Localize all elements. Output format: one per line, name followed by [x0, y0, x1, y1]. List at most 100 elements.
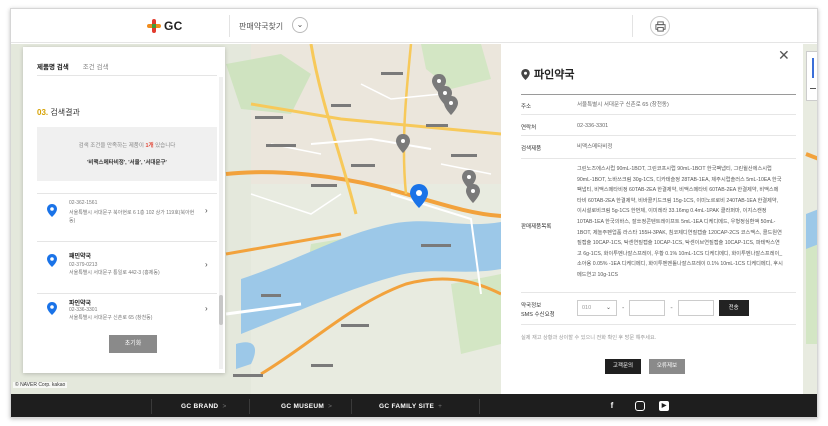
divider [521, 292, 796, 293]
item-address: 서울특별시 서대문구 통일로 442-3 (홍제동) [69, 270, 160, 276]
pharmacy-detail-panel: ✕ 파인약국 주소 서울특별시 서대문구 신촌로 65 (창천동) 연락처 02… [501, 44, 803, 394]
sms-form: 010 ⌄ - - 전송 [577, 300, 749, 316]
logo-text: GC [164, 19, 183, 33]
tel-value[interactable]: 02-336-3301 [577, 121, 789, 132]
result-title: 검색결과 [50, 108, 80, 117]
youtube-icon[interactable]: ▶ [659, 401, 669, 411]
divider [521, 135, 796, 136]
result-heading: 03. 검색결과 [37, 107, 80, 118]
map-pin-icon [47, 302, 57, 315]
footer-link-label: GC MUSEUM [281, 403, 325, 410]
item-tel: 02-336-3301 [69, 307, 98, 313]
map-pin-icon [47, 254, 57, 267]
item-address: 서울특별시 서대문구 신촌로 65 (창천동) [69, 315, 153, 321]
criteria-message-suffix: 있습니다 [153, 143, 176, 149]
item-tel: 02-379-0213 [69, 262, 98, 268]
header-divider [632, 15, 633, 37]
facebook-icon[interactable]: f [607, 401, 617, 411]
map-pin-icon [47, 204, 57, 217]
footer-link-gc-brand[interactable]: GC BRAND > [181, 403, 227, 410]
footer-link-gc-museum[interactable]: GC MUSEUM > [281, 403, 332, 410]
scrollbar-track[interactable] [219, 77, 223, 369]
address-label: 주소 [521, 104, 532, 110]
search-panel: 제품명 검색 조건 검색 03. 검색결과 검색 조건을 만족하는 제품이 1개… [23, 47, 225, 373]
sms-label-line1: 약국정보 [521, 303, 542, 309]
zoom-level-indicator[interactable] [812, 58, 814, 78]
zoom-out-icon[interactable] [810, 88, 816, 89]
divider [521, 158, 796, 159]
product-value: 비맥스메타비정 [577, 144, 613, 150]
reset-button[interactable]: 초기화 [109, 335, 157, 353]
footer-divider [249, 399, 250, 414]
list-item[interactable]: 파인약국 02-336-3301 서울특별시 서대문구 신촌로 65 (창천동)… [37, 293, 217, 333]
send-sms-button[interactable]: 전송 [718, 300, 749, 316]
chevron-down-icon: ⌄ [605, 305, 611, 311]
divider [521, 324, 796, 325]
phone-separator: - [670, 304, 673, 312]
phone-prefix-value: 010 [582, 305, 592, 311]
close-icon[interactable]: ✕ [778, 48, 790, 62]
result-number: 03. [37, 108, 49, 117]
item-name: 파인약국 [69, 301, 92, 307]
site-footer: GC BRAND > GC MUSEUM > GC FAMILY SITE + f ▶ [11, 394, 817, 417]
phone-prefix-select[interactable]: 010 ⌄ [577, 300, 617, 316]
detail-heading: 파인약국 [521, 66, 574, 82]
item-address: 서울특별시 서대문구 북아현로 6 1층 102 상가 119호(북아현동) [69, 210, 195, 224]
footer-link-label: GC FAMILY SITE [379, 403, 435, 410]
criteria-count: 1개 [145, 143, 154, 149]
tab-condition-search[interactable]: 조건 검색 [83, 61, 109, 76]
gc-cross-icon [147, 19, 161, 33]
criteria-terms: '비맥스메타비정', '서울', '서대문구' [87, 160, 167, 166]
stock-notice: 실제 재고 상황과 상이할 수 있으니 전화 확인 후 방문 해주세요. [521, 335, 657, 341]
list-item[interactable]: 02-362-1561 서울특별시 서대문구 북아현로 6 1층 102 상가 … [37, 193, 217, 241]
address-value: 서울특별시 서대문구 신촌로 65 (창천동) [577, 102, 669, 108]
instagram-icon[interactable] [635, 401, 645, 411]
product-list-value: 그린노즈에스시럽 90mL-1BOT, 그린코프시럽 90mL-1BOT 한국팩… [577, 166, 783, 278]
divider [521, 94, 796, 95]
pharmacy-name: 파인약국 [534, 69, 575, 81]
detail-actions: 고객문의 오류제보 [605, 359, 685, 374]
list-item[interactable]: 패민약국 02-379-0213 서울특별시 서대문구 통일로 442-3 (홍… [37, 241, 217, 293]
phone-last-input[interactable] [677, 300, 714, 316]
chevron-right-icon: › [205, 260, 208, 269]
criteria-message-text: 검색 조건을 만족하는 제품이 [78, 143, 146, 149]
header-divider [229, 15, 230, 37]
search-tabs: 제품명 검색 조건 검색 [37, 61, 108, 76]
plus-icon: + [438, 403, 443, 410]
footer-divider [479, 399, 480, 414]
site-header: GC 판매약국찾기 ⌄ [11, 9, 817, 43]
phone-separator: - [622, 304, 625, 312]
item-name: 패민약국 [69, 254, 92, 260]
phone-middle-input[interactable] [629, 300, 666, 316]
product-label: 검색제품 [521, 146, 542, 152]
criteria-message: 검색 조건을 만족하는 제품이 1개 있습니다 [37, 141, 217, 149]
chevron-right-icon: › [205, 304, 208, 313]
chevron-down-icon[interactable]: ⌄ [292, 17, 308, 33]
chevron-right-icon: > [222, 403, 227, 410]
footer-divider [151, 399, 152, 414]
app-frame: © NAVER Corp. kakao GC 판매약국찾기 ⌄ 제품명 검색 조… [10, 8, 818, 418]
map-pin-icon [521, 68, 530, 80]
zoom-control[interactable] [806, 51, 817, 101]
footer-link-label: GC BRAND [181, 403, 219, 410]
gc-logo[interactable]: GC [147, 19, 183, 33]
footer-divider [351, 399, 352, 414]
page-title: 판매약국찾기 [239, 22, 284, 31]
sms-label: 약국정보 SMS 수신요청 [521, 302, 555, 320]
tabs-divider [37, 75, 217, 76]
print-button[interactable] [650, 16, 670, 36]
report-error-button[interactable]: 오류제보 [649, 359, 685, 374]
criteria-summary: 검색 조건을 만족하는 제품이 1개 있습니다 '비맥스메타비정', '서울',… [37, 127, 217, 181]
scrollbar-thumb[interactable] [219, 295, 223, 325]
sms-label-line2: SMS 수신요청 [521, 312, 555, 318]
tab-product-search[interactable]: 제품명 검색 [37, 61, 69, 76]
footer-link-gc-family-site[interactable]: GC FAMILY SITE + [379, 403, 442, 410]
divider [521, 114, 796, 115]
chevron-right-icon: › [205, 206, 208, 215]
item-tel: 02-362-1561 [69, 200, 98, 206]
customer-inquiry-button[interactable]: 고객문의 [605, 359, 641, 374]
map-credit: © NAVER Corp. kakao [13, 382, 68, 388]
product-list-label: 판매제품목록 [521, 224, 552, 230]
tel-label: 연락처 [521, 125, 537, 131]
printer-icon [654, 20, 666, 32]
